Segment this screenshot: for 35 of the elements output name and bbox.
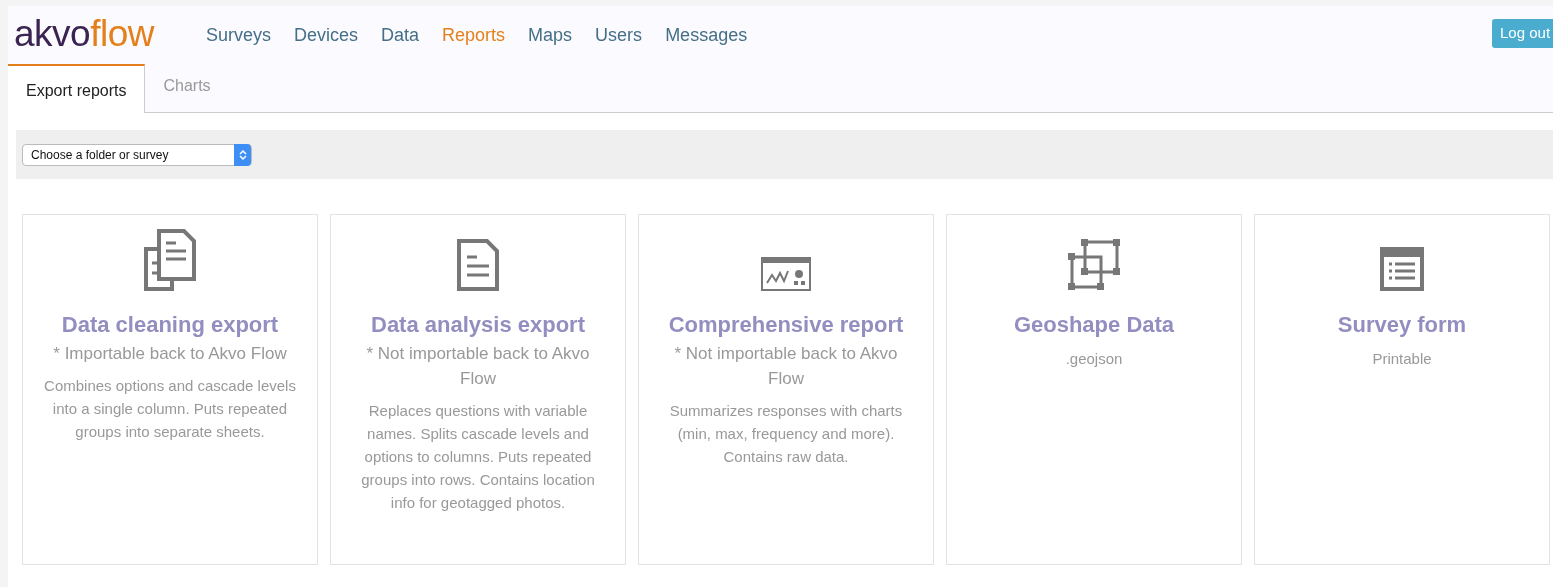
document-icon bbox=[457, 239, 499, 291]
nav-link[interactable]: Reports bbox=[442, 24, 506, 46]
card-description: .geojson bbox=[1065, 349, 1123, 369]
card-title: Survey form bbox=[1337, 311, 1467, 339]
nav-link[interactable]: Data bbox=[381, 24, 420, 46]
card-description: Replaces questions with variable names. Splits cascade levels and options to columns. Puts repeated groups into rows. Contains location info for geotagged photos. bbox=[360, 401, 596, 513]
report-card[interactable] bbox=[330, 214, 626, 565]
card-title: Geoshape Data bbox=[1013, 311, 1175, 339]
logo: akvoflow bbox=[14, 14, 154, 54]
nav-link[interactable]: Users bbox=[595, 24, 643, 46]
nav-link[interactable]: Maps bbox=[528, 24, 573, 46]
card-note: * Not importable back to Akvo Flow bbox=[365, 343, 591, 390]
report-card[interactable]: Data cleaning export * Importable back to Akvo Flow Combines options and cascade levels into a single column. Puts repeated groups into separate sheets. bbox=[22, 214, 318, 565]
card-title: Comprehensive report bbox=[668, 311, 904, 339]
card-note: * Not importable back to Akvo Flow bbox=[673, 343, 899, 390]
card-title: Data analysis export bbox=[371, 311, 585, 339]
card-description: Printable bbox=[1372, 349, 1432, 369]
card-description: Summarizes responses with charts (min, max, frequency and more). Contains raw data. bbox=[668, 401, 904, 467]
report-card[interactable]: Geoshape Data .geojson bbox=[946, 214, 1242, 565]
nav-link[interactable]: Surveys bbox=[205, 24, 271, 46]
nav-link[interactable]: Devices bbox=[294, 24, 359, 46]
nav-link[interactable]: Messages bbox=[665, 24, 748, 46]
chevron-icon bbox=[238, 148, 247, 161]
card-note: * Importable back to Akvo Flow bbox=[53, 343, 287, 365]
report-card[interactable]: Comprehensive report * Not importable back to Akvo Flow Summarizes responses with charts (min, max, frequency and more). Contains raw data. bbox=[638, 214, 934, 565]
tab[interactable]: Charts bbox=[145, 64, 229, 113]
form-icon bbox=[1380, 247, 1424, 291]
survey-select[interactable]: Choose a folder or survey bbox=[22, 143, 252, 166]
report-card[interactable]: Survey form Printable bbox=[1254, 214, 1550, 565]
card-description: Combines options and cascade levels into a single column. Puts repeated groups into separate sheets. bbox=[43, 376, 297, 442]
shape-icon bbox=[1067, 239, 1121, 291]
copy-icon bbox=[144, 229, 196, 291]
chart-icon bbox=[761, 257, 811, 291]
card-title: Data cleaning export bbox=[61, 311, 279, 339]
tab[interactable]: Export reports bbox=[8, 64, 146, 113]
